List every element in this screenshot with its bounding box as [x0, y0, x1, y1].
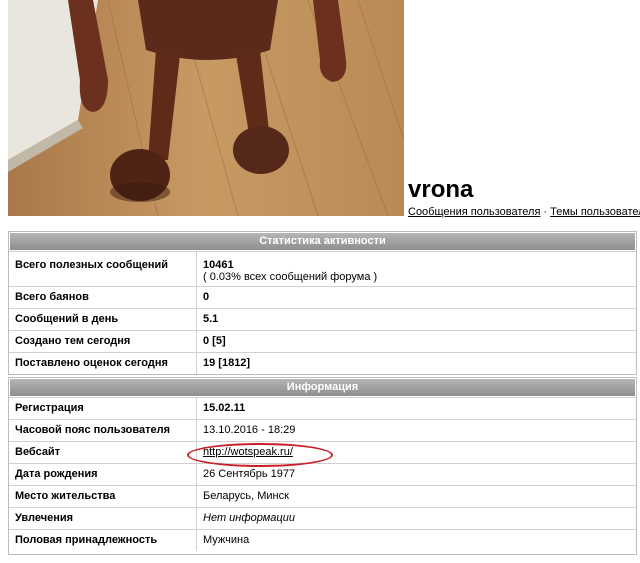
- info-value: 15.02.11: [203, 402, 246, 414]
- user-posts-link[interactable]: Сообщения пользователя: [408, 206, 540, 218]
- table-row: Всего полезных сообщений 10461 ( 0.03% в…: [9, 251, 636, 286]
- stat-label: Всего баянов: [15, 291, 89, 303]
- info-panel: Информация Регистрация 15.02.11 Часовой …: [8, 377, 637, 555]
- activity-panel: Статистика активности Всего полезных соо…: [8, 231, 637, 375]
- stat-label: Сообщений в день: [15, 313, 119, 325]
- info-value: 13.10.2016 - 18:29: [203, 424, 296, 436]
- stat-label: Поставлено оценок сегодня: [15, 357, 168, 369]
- table-row: Регистрация 15.02.11: [9, 397, 636, 419]
- user-topics-link[interactable]: Темы пользователя: [550, 206, 640, 218]
- info-label: Вебсайт: [15, 446, 61, 458]
- info-label: Дата рождения: [15, 468, 98, 480]
- info-label: Регистрация: [15, 402, 84, 414]
- stat-value: 19 [1812]: [203, 357, 251, 369]
- profile-photo: [8, 0, 404, 216]
- table-row: Дата рождения 26 Сентябрь 1977: [9, 463, 636, 485]
- stat-value-sub: ( 0.03% всех сообщений форума ): [203, 271, 378, 283]
- table-row: Увлечения Нет информации: [9, 507, 636, 529]
- info-label: Часовой пояс пользователя: [15, 424, 171, 436]
- info-label: Половая принадлежность: [15, 534, 158, 546]
- stat-value: 5.1: [203, 313, 219, 325]
- table-row: Сообщений в день 5.1: [9, 308, 636, 330]
- table-row: Создано тем сегодня 0 [5]: [9, 330, 636, 352]
- table-row: Половая принадлежность Мужчина: [9, 529, 636, 551]
- table-row: Всего баянов 0: [9, 286, 636, 308]
- activity-panel-header: Статистика активности: [9, 232, 636, 251]
- info-label: Увлечения: [15, 512, 74, 524]
- link-separator: ·: [543, 206, 548, 218]
- user-links: Сообщения пользователя·Темы пользователя: [408, 205, 640, 219]
- table-row: Место жительства Беларусь, Минск: [9, 485, 636, 507]
- table-row: Поставлено оценок сегодня 19 [1812]: [9, 352, 636, 374]
- stat-value-main: 10461: [203, 259, 234, 271]
- stat-value: 10461 ( 0.03% всех сообщений форума ): [203, 259, 377, 283]
- info-value: Мужчина: [203, 534, 250, 546]
- username: vrona: [408, 176, 474, 203]
- info-panel-header: Информация: [9, 378, 636, 397]
- stat-value: 0: [203, 291, 210, 303]
- info-value: Нет информации: [203, 512, 295, 524]
- website-link[interactable]: http://wotspeak.ru/: [203, 446, 293, 458]
- info-value: Беларусь, Минск: [203, 490, 289, 502]
- table-row: Вебсайт http://wotspeak.ru/: [9, 441, 636, 463]
- table-row: Часовой пояс пользователя 13.10.2016 - 1…: [9, 419, 636, 441]
- stat-value: 0 [5]: [203, 335, 226, 347]
- info-label: Место жительства: [15, 490, 116, 502]
- info-value: 26 Сентябрь 1977: [203, 468, 296, 480]
- stat-label: Всего полезных сообщений: [15, 259, 169, 271]
- stat-label: Создано тем сегодня: [15, 335, 131, 347]
